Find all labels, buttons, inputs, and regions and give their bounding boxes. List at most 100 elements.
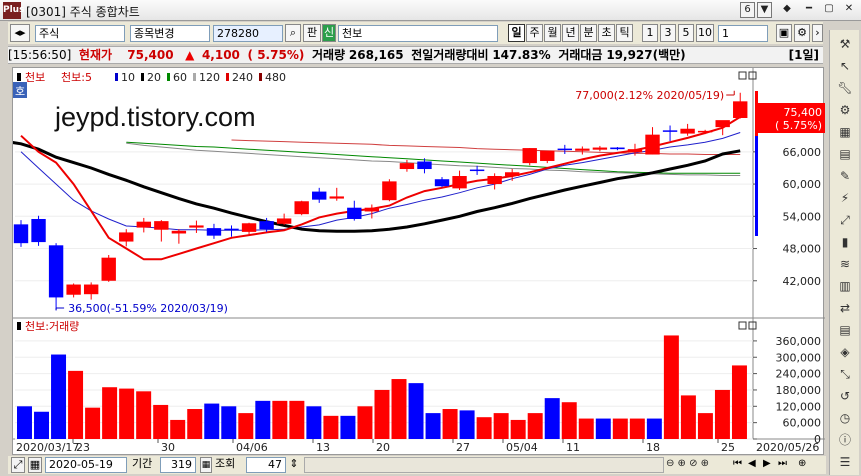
chart-svg[interactable]: 천보 천보:5 10 20 60 120 240 480 호 jeypd.tistory.com 6… bbox=[3, 68, 825, 456]
minimize-button[interactable]: ━ bbox=[800, 2, 818, 18]
candle-body bbox=[83, 284, 99, 295]
layout-icon[interactable]: ▤ bbox=[834, 320, 856, 340]
date-tick-label: 2020/03/17 bbox=[16, 441, 79, 454]
zoom-controls[interactable]: ⊖ ⊕ ⊘ ⊕ bbox=[666, 457, 726, 473]
date-tick-label: 2020/05/26 bbox=[756, 441, 819, 454]
clock-icon[interactable]: ◷ bbox=[834, 408, 856, 428]
period-input[interactable]: 319 bbox=[160, 457, 196, 473]
calendar-icon[interactable]: ▦ bbox=[28, 457, 42, 473]
close-button[interactable]: ✕ bbox=[840, 2, 858, 18]
candle-icon[interactable]: ▮ bbox=[834, 232, 856, 252]
candle-body bbox=[399, 163, 415, 170]
cursor-icon[interactable]: ↖ bbox=[834, 56, 856, 76]
last-price-bar-down bbox=[755, 136, 758, 236]
candle-body bbox=[592, 147, 608, 150]
lookup-label: 조회 bbox=[215, 457, 236, 470]
scroll-prev-icon[interactable]: ◀ bbox=[748, 457, 762, 473]
vol-tick-label: 360,000 bbox=[776, 335, 822, 348]
auto-icon[interactable]: ⚡ bbox=[834, 188, 856, 208]
interval-10[interactable]: 10 bbox=[696, 24, 714, 42]
candle-body bbox=[610, 147, 625, 150]
interval-3[interactable]: 3 bbox=[660, 24, 676, 42]
side-label: 호 bbox=[15, 85, 25, 98]
info-icon[interactable]: ⓘ bbox=[834, 430, 856, 450]
period-tab-minute[interactable]: 분 bbox=[580, 24, 597, 42]
market-select[interactable]: 주식 bbox=[35, 25, 125, 42]
candle-body bbox=[487, 176, 502, 185]
volume-bar bbox=[68, 370, 84, 439]
legend-ma-marker bbox=[141, 73, 144, 81]
candle-body bbox=[241, 223, 257, 232]
volume-bar bbox=[731, 365, 747, 439]
wrench-icon[interactable]: 🔧︎ bbox=[834, 78, 856, 98]
page-number[interactable]: 6 bbox=[740, 2, 755, 18]
tool-icon[interactable]: ⚒ bbox=[834, 34, 856, 54]
scroll-first-icon[interactable]: ⏮ bbox=[733, 457, 747, 473]
vol-tick-label: 300,000 bbox=[776, 351, 822, 364]
refresh-icon[interactable]: ↺ bbox=[834, 386, 856, 406]
period-tab-day[interactable]: 일 bbox=[508, 24, 525, 42]
scroll-right-icon[interactable]: › bbox=[812, 24, 823, 42]
chart-type-icon[interactable]: ▥ bbox=[834, 276, 856, 296]
period-tab-tick[interactable]: 틱 bbox=[616, 24, 633, 42]
period-tab-second[interactable]: 초 bbox=[598, 24, 615, 42]
pane-minimize-icon bbox=[738, 71, 747, 80]
pin-icon[interactable]: ◆ bbox=[778, 2, 796, 18]
lookup-icon[interactable]: ▦ bbox=[200, 457, 212, 473]
wrench-alt-icon[interactable]: ⚙ bbox=[834, 100, 856, 120]
candle-body bbox=[434, 179, 450, 187]
price-tick-label: 60,000 bbox=[783, 178, 822, 191]
period-tab-month[interactable]: 월 bbox=[544, 24, 561, 42]
search-icon[interactable]: ⌕ bbox=[285, 24, 301, 42]
volume-bar bbox=[697, 413, 713, 439]
stock-code-input[interactable]: 278280 bbox=[213, 25, 283, 42]
page-down-button[interactable]: ▼ bbox=[757, 2, 772, 18]
dividend-icon[interactable]: ◈ bbox=[834, 342, 856, 362]
table-icon[interactable]: ▤ bbox=[834, 144, 856, 164]
volume-bar bbox=[391, 379, 407, 439]
indicator-icon[interactable]: ≋ bbox=[834, 254, 856, 274]
candle-body bbox=[627, 149, 643, 153]
volume-bar bbox=[646, 418, 662, 439]
save-icon[interactable]: ▣ bbox=[776, 24, 792, 42]
arrow-leftright-icon[interactable]: ◂▸ bbox=[10, 24, 30, 42]
grid-icon[interactable]: ▦ bbox=[834, 122, 856, 142]
legend-ma-240: 240 bbox=[232, 71, 253, 84]
date-input[interactable]: 2020-05-19 bbox=[45, 457, 127, 473]
volume-bar bbox=[629, 418, 645, 439]
scroll-last-icon[interactable]: ⏭ bbox=[778, 457, 792, 473]
date-tick-label: 25 bbox=[721, 441, 735, 454]
horizontal-scrollbar[interactable] bbox=[304, 457, 664, 473]
lookup-input[interactable]: 47 bbox=[246, 457, 286, 473]
more-icon[interactable]: ☰ bbox=[834, 452, 856, 472]
period-tab-week[interactable]: 주 bbox=[526, 24, 543, 42]
volume-bar bbox=[442, 409, 458, 439]
trend-icon[interactable]: ⤢ bbox=[834, 210, 856, 230]
pen-icon[interactable]: ✎ bbox=[834, 166, 856, 186]
compare-icon[interactable]: ⇄ bbox=[834, 298, 856, 318]
candle-body bbox=[382, 181, 397, 201]
stock-change-select[interactable]: 종목변경 bbox=[130, 25, 210, 42]
scroll-play-icon[interactable]: ▶ bbox=[763, 457, 777, 473]
chart-mode-icon[interactable]: ⤢ bbox=[11, 457, 25, 473]
settings-icon[interactable]: ⚙ bbox=[794, 24, 810, 42]
candle-body bbox=[347, 207, 362, 219]
restore-button[interactable]: ▢ bbox=[820, 2, 838, 18]
period-tab-year[interactable]: 년 bbox=[562, 24, 579, 42]
spin-icon[interactable]: ⇕ bbox=[288, 457, 300, 473]
candle-body bbox=[575, 148, 590, 151]
interval-1[interactable]: 1 bbox=[642, 24, 658, 42]
date-tick-label: 04/06 bbox=[236, 441, 268, 454]
interval-select[interactable]: 1 bbox=[718, 25, 768, 42]
volume-bar bbox=[595, 418, 611, 439]
candle-body bbox=[697, 130, 713, 133]
legend-ma-marker bbox=[115, 73, 118, 81]
chart-panel[interactable]: 천보 천보:5 10 20 60 120 240 480 호 jeypd.tistory.com 6… bbox=[3, 67, 825, 456]
zoom-icon[interactable]: ⊕ bbox=[798, 457, 820, 473]
candle-body bbox=[452, 176, 467, 189]
window-title: [0301] 주식 종합차트 bbox=[26, 5, 140, 19]
volume-bar bbox=[153, 404, 169, 439]
pan-button[interactable]: 판 bbox=[303, 24, 321, 42]
interval-5[interactable]: 5 bbox=[678, 24, 694, 42]
expand-icon[interactable]: ⤡ bbox=[834, 364, 856, 384]
